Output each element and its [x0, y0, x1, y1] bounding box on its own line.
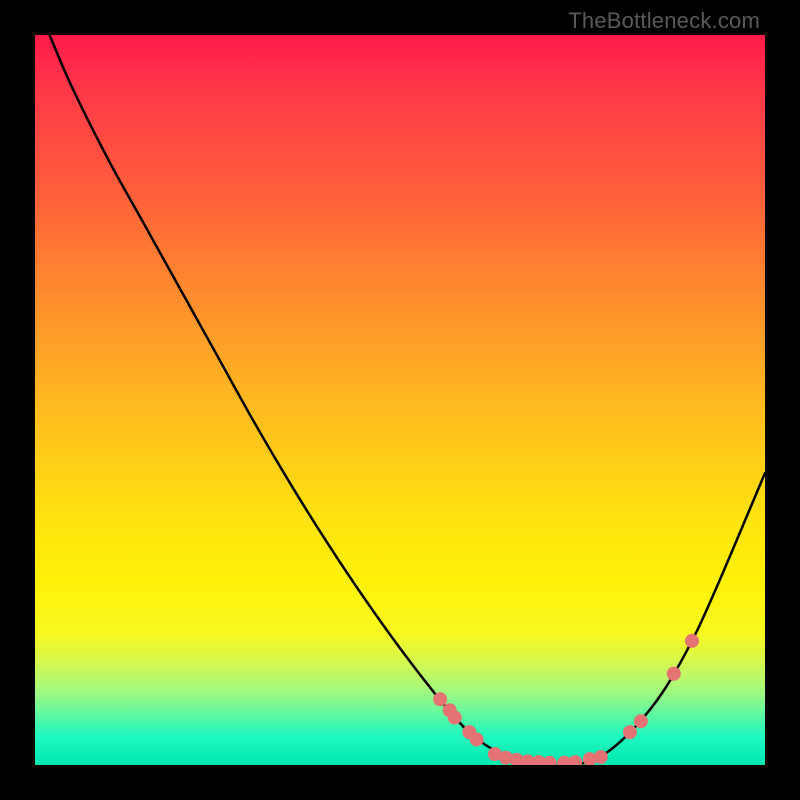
chart-container: { "watermark": "TheBottleneck.com", "col… [0, 0, 800, 800]
gradient-background [35, 35, 765, 765]
watermark-text: TheBottleneck.com [568, 8, 760, 34]
